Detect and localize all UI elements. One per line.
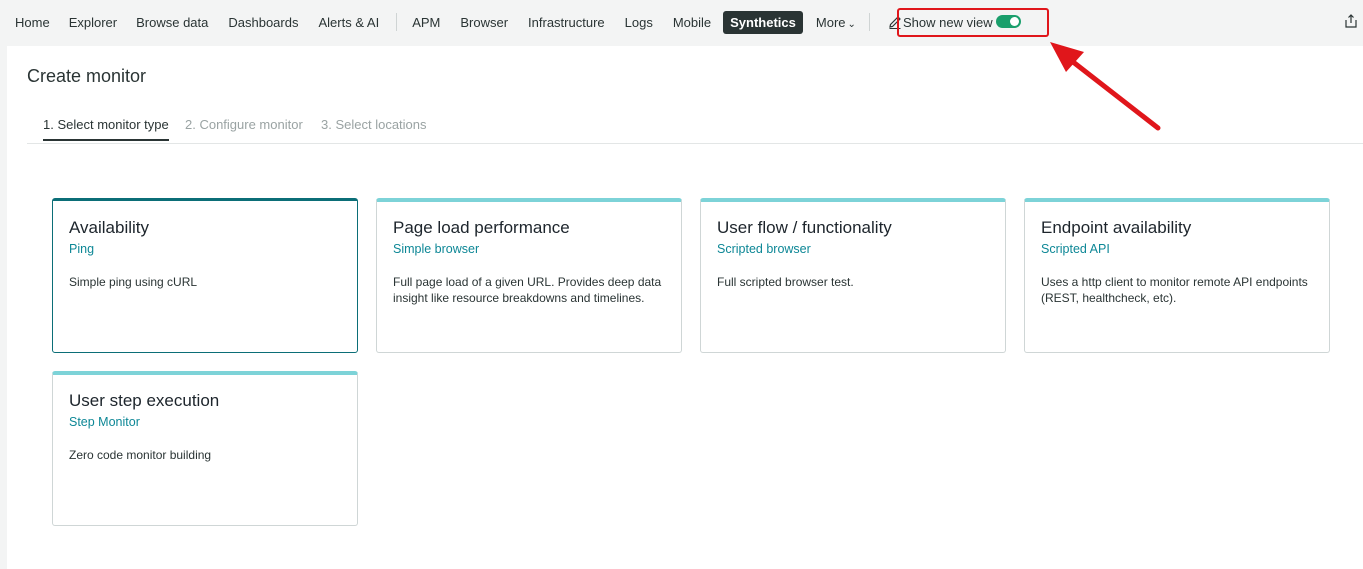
card-endpoint-availability[interactable]: Endpoint availability Scripted API Uses …: [1024, 198, 1330, 353]
card-title: Page load performance: [393, 218, 570, 237]
annotation-arrow-icon: [1050, 42, 1161, 131]
share-icon[interactable]: [1344, 14, 1358, 28]
card-description: Full scripted browser test.: [717, 275, 854, 289]
card-title: Availability: [69, 218, 150, 237]
nav-infrastructure[interactable]: Infrastructure: [528, 15, 605, 30]
card-user-flow[interactable]: User flow / functionality Scripted brows…: [700, 198, 1006, 353]
nav-synthetics[interactable]: Synthetics: [723, 10, 803, 34]
nav-dashboards[interactable]: Dashboards: [228, 15, 298, 30]
show-new-view-label: Show new view: [903, 15, 993, 30]
card-description: Full page load of a given URL. Provides …: [393, 275, 662, 305]
card-page-load-performance[interactable]: Page load performance Simple browser Ful…: [376, 198, 682, 353]
toggle-knob: [1010, 17, 1019, 26]
nav-browse-data[interactable]: Browse data: [136, 15, 208, 30]
card-title: User flow / functionality: [717, 218, 892, 237]
nav-home[interactable]: Home: [15, 15, 50, 30]
card-subtitle: Step Monitor: [69, 415, 140, 429]
step-select-locations[interactable]: 3. Select locations: [321, 117, 427, 139]
nav-mobile[interactable]: Mobile: [673, 15, 711, 30]
step-configure-monitor[interactable]: 2. Configure monitor: [185, 117, 303, 139]
nav-divider: [396, 13, 398, 31]
nav-browser[interactable]: Browser: [460, 15, 508, 30]
nav-explorer[interactable]: Explorer: [69, 15, 117, 30]
card-user-step-execution[interactable]: User step execution Step Monitor Zero co…: [52, 371, 358, 526]
card-description: Simple ping using cURL: [69, 275, 198, 289]
nav-divider-2: [868, 13, 870, 31]
nav-more[interactable]: More ⌄: [816, 15, 856, 30]
step-select-monitor-type[interactable]: 1. Select monitor type: [43, 117, 169, 141]
card-title: User step execution: [69, 391, 220, 410]
nav-apm[interactable]: APM: [412, 15, 440, 30]
chevron-down-icon: ⌄: [847, 18, 856, 30]
nav-alerts-ai[interactable]: Alerts & AI: [318, 15, 379, 30]
card-subtitle: Scripted browser: [717, 242, 811, 256]
nav-logs[interactable]: Logs: [625, 15, 653, 30]
card-description: Uses a http client to monitor remote API…: [1041, 275, 1308, 305]
page-title: Create monitor: [27, 66, 147, 86]
card-availability[interactable]: Availability Ping Simple ping using cURL: [52, 198, 358, 353]
card-subtitle: Simple browser: [393, 242, 480, 256]
card-description: Zero code monitor building: [69, 448, 212, 462]
card-subtitle: Ping: [69, 242, 95, 256]
nav-more-label: More: [815, 14, 846, 30]
show-new-view-toggle[interactable]: [996, 15, 1021, 28]
card-subtitle: Scripted API: [1041, 242, 1110, 256]
card-title: Endpoint availability: [1041, 218, 1192, 237]
